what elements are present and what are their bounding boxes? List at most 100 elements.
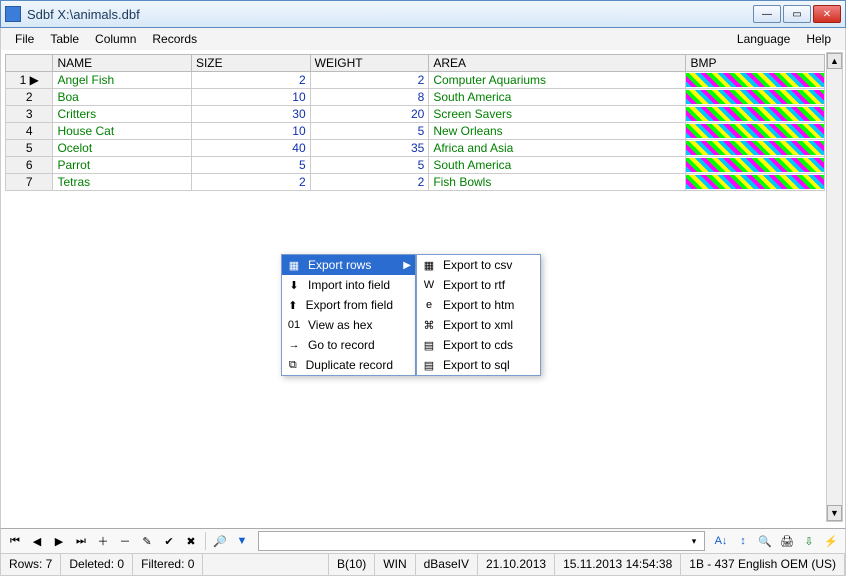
print-button[interactable]: 🖨 bbox=[777, 531, 797, 551]
col-rownum[interactable] bbox=[6, 55, 53, 72]
cds-icon: ▤ bbox=[421, 337, 437, 353]
cell-weight[interactable]: 8 bbox=[310, 89, 429, 106]
cell-name[interactable]: House Cat bbox=[53, 123, 191, 140]
menu-item-export-to-htm[interactable]: eExport to htm bbox=[417, 295, 540, 315]
table-row[interactable]: 5Ocelot4035Africa and Asia bbox=[6, 140, 825, 157]
vertical-scrollbar[interactable]: ▲ ▼ bbox=[826, 52, 843, 522]
cell-area[interactable]: South America bbox=[429, 157, 686, 174]
nav-toolbar: ⏮ ◀ ▶ ⏭ ＋ － ✎ ✔ ✖ 🔎 ▼ ▾ A↓ ↕ 🔍 🖨 ⇩ ⚡ bbox=[0, 528, 846, 554]
cell-size[interactable]: 2 bbox=[191, 72, 310, 89]
table-row[interactable]: 4House Cat105New Orleans bbox=[6, 123, 825, 140]
cell-name[interactable]: Critters bbox=[53, 106, 191, 123]
table-row[interactable]: 7Tetras22Fish Bowls bbox=[6, 174, 825, 191]
cell-name[interactable]: Tetras bbox=[53, 174, 191, 191]
cell-size[interactable]: 40 bbox=[191, 140, 310, 157]
status-filtered: Filtered: 0 bbox=[133, 554, 203, 575]
cell-bmp[interactable] bbox=[686, 89, 825, 106]
cell-bmp[interactable] bbox=[686, 72, 825, 89]
status-dbtype: dBaseIV bbox=[416, 554, 478, 575]
table-row[interactable]: 3Critters3020Screen Savers bbox=[6, 106, 825, 123]
nav-next-button[interactable]: ▶ bbox=[49, 531, 69, 551]
menu-item-view-as-hex[interactable]: 01View as hex bbox=[282, 315, 415, 335]
menu-column[interactable]: Column bbox=[87, 30, 144, 48]
cell-name[interactable]: Boa bbox=[53, 89, 191, 106]
menu-item-import-into-field[interactable]: ⬇Import into field bbox=[282, 275, 415, 295]
menu-language[interactable]: Language bbox=[729, 30, 798, 48]
menu-item-export-to-csv[interactable]: ▦Export to csv bbox=[417, 255, 540, 275]
menu-table[interactable]: Table bbox=[42, 30, 87, 48]
nav-first-button[interactable]: ⏮ bbox=[5, 531, 25, 551]
scroll-down-icon[interactable]: ▼ bbox=[827, 505, 842, 521]
find-button[interactable]: 🔎 bbox=[210, 531, 230, 551]
status-deleted: Deleted: 0 bbox=[61, 554, 133, 575]
cell-area[interactable]: Fish Bowls bbox=[429, 174, 686, 191]
nav-delete-button[interactable]: － bbox=[115, 531, 135, 551]
menu-item-export-to-cds[interactable]: ▤Export to cds bbox=[417, 335, 540, 355]
col-weight[interactable]: WEIGHT bbox=[310, 55, 429, 72]
export-button[interactable]: ⇩ bbox=[799, 531, 819, 551]
menu-file[interactable]: File bbox=[7, 30, 42, 48]
cell-size[interactable]: 2 bbox=[191, 174, 310, 191]
duplicate-icon: ⧉ bbox=[286, 357, 300, 373]
cell-area[interactable]: Screen Savers bbox=[429, 106, 686, 123]
cell-bmp[interactable] bbox=[686, 123, 825, 140]
cell-weight[interactable]: 20 bbox=[310, 106, 429, 123]
cell-bmp[interactable] bbox=[686, 174, 825, 191]
cell-size[interactable]: 10 bbox=[191, 123, 310, 140]
menu-item-go-to-record[interactable]: →Go to record bbox=[282, 335, 415, 355]
nav-edit-button[interactable]: ✎ bbox=[137, 531, 157, 551]
table-row[interactable]: 2Boa108South America bbox=[6, 89, 825, 106]
cell-bmp[interactable] bbox=[686, 157, 825, 174]
close-button[interactable]: ✕ bbox=[813, 5, 841, 23]
col-area[interactable]: AREA bbox=[429, 55, 686, 72]
cell-size[interactable]: 10 bbox=[191, 89, 310, 106]
refresh-button[interactable]: ⚡ bbox=[821, 531, 841, 551]
nav-cancel-button[interactable]: ✖ bbox=[181, 531, 201, 551]
table-row[interactable]: 6Parrot55South America bbox=[6, 157, 825, 174]
nav-add-button[interactable]: ＋ bbox=[93, 531, 113, 551]
menu-item-export-rows[interactable]: ▦Export rows▶ bbox=[282, 255, 415, 275]
cell-weight[interactable]: 5 bbox=[310, 157, 429, 174]
zoom-button[interactable]: 🔍 bbox=[755, 531, 775, 551]
cell-size[interactable]: 30 bbox=[191, 106, 310, 123]
maximize-button[interactable]: ▭ bbox=[783, 5, 811, 23]
menu-item-label: View as hex bbox=[308, 318, 372, 332]
menu-item-export-to-xml[interactable]: ⌘Export to xml bbox=[417, 315, 540, 335]
cell-area[interactable]: New Orleans bbox=[429, 123, 686, 140]
menu-item-export-from-field[interactable]: ⬆Export from field bbox=[282, 295, 415, 315]
cell-weight[interactable]: 35 bbox=[310, 140, 429, 157]
cell-weight[interactable]: 5 bbox=[310, 123, 429, 140]
status-fieldtype: B(10) bbox=[329, 554, 375, 575]
cell-bmp[interactable] bbox=[686, 106, 825, 123]
menu-item-export-to-rtf[interactable]: WExport to rtf bbox=[417, 275, 540, 295]
main-area: NAME SIZE WEIGHT AREA BMP 1 ▶Angel Fish2… bbox=[0, 50, 846, 528]
nav-prev-button[interactable]: ◀ bbox=[27, 531, 47, 551]
scroll-up-icon[interactable]: ▲ bbox=[827, 53, 842, 69]
cell-area[interactable]: Computer Aquariums bbox=[429, 72, 686, 89]
data-grid[interactable]: NAME SIZE WEIGHT AREA BMP 1 ▶Angel Fish2… bbox=[5, 54, 825, 191]
sort-desc-button[interactable]: ↕ bbox=[733, 531, 753, 551]
col-bmp[interactable]: BMP bbox=[686, 55, 825, 72]
cell-area[interactable]: South America bbox=[429, 89, 686, 106]
cell-name[interactable]: Parrot bbox=[53, 157, 191, 174]
filter-button[interactable]: ▼ bbox=[232, 531, 252, 551]
cell-weight[interactable]: 2 bbox=[310, 72, 429, 89]
nav-last-button[interactable]: ⏭ bbox=[71, 531, 91, 551]
minimize-button[interactable]: — bbox=[753, 5, 781, 23]
cell-bmp[interactable] bbox=[686, 140, 825, 157]
menu-records[interactable]: Records bbox=[144, 30, 205, 48]
filter-combo[interactable]: ▾ bbox=[258, 531, 705, 551]
cell-name[interactable]: Angel Fish bbox=[53, 72, 191, 89]
sort-asc-button[interactable]: A↓ bbox=[711, 531, 731, 551]
menu-help[interactable]: Help bbox=[798, 30, 839, 48]
menu-item-duplicate-record[interactable]: ⧉Duplicate record bbox=[282, 355, 415, 375]
col-size[interactable]: SIZE bbox=[191, 55, 310, 72]
cell-name[interactable]: Ocelot bbox=[53, 140, 191, 157]
col-name[interactable]: NAME bbox=[53, 55, 191, 72]
cell-weight[interactable]: 2 bbox=[310, 174, 429, 191]
cell-size[interactable]: 5 bbox=[191, 157, 310, 174]
cell-area[interactable]: Africa and Asia bbox=[429, 140, 686, 157]
nav-commit-button[interactable]: ✔ bbox=[159, 531, 179, 551]
table-row[interactable]: 1 ▶Angel Fish22Computer Aquariums bbox=[6, 72, 825, 89]
menu-item-export-to-sql[interactable]: ▤Export to sql bbox=[417, 355, 540, 375]
